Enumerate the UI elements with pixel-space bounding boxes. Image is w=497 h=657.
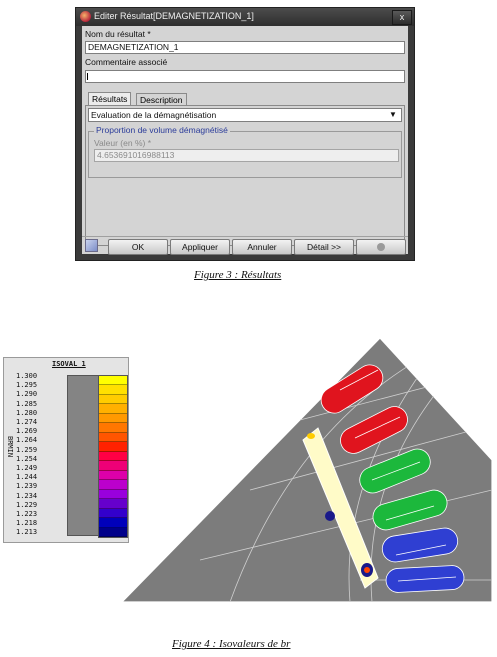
cancel-button[interactable]: Annuler [232,239,292,255]
hotspot [307,433,315,439]
group-title: Proportion de volume démagnétisé [94,125,230,135]
demag-type-value: Evaluation de la démagnétisation [91,110,217,120]
hotspot [364,567,370,573]
result-editor-dialog: Editer Résultat[DEMAGNETIZATION_1] x Nom… [75,7,415,261]
rotor-sector [120,337,493,603]
name-field[interactable]: DEMAGNETIZATION_1 [85,41,405,54]
help-icon[interactable] [85,239,98,252]
detail-button[interactable]: Détail >> [294,239,354,255]
ok-button[interactable]: OK [108,239,168,255]
demag-type-select[interactable]: Evaluation de la démagnétisation [88,108,402,122]
status-led-icon [377,243,385,251]
close-button[interactable]: x [392,10,412,25]
motor-isovalue-plot [120,337,493,603]
title-bar[interactable]: Editer Résultat[DEMAGNETIZATION_1] x [76,8,414,26]
comment-field[interactable] [85,70,405,83]
name-label: Nom du résultat * [85,29,151,39]
comment-label: Commentaire associé [85,57,168,67]
tab-resultats[interactable]: Résultats [88,92,132,105]
value-label: Valeur (en %) * [94,138,152,148]
text-cursor [87,73,88,80]
figure-3-caption: Figure 3 : Résultats [194,269,282,281]
app-icon [80,11,91,22]
value-field: 4.653691016988113 [94,149,399,162]
dialog-body: Nom du résultat * DEMAGNETIZATION_1 Comm… [82,26,408,255]
divider [82,236,408,237]
status-button[interactable] [356,239,406,255]
apply-button[interactable]: Appliquer [170,239,230,255]
figure-4-caption: Figure 4 : Isovaleurs de br [172,638,291,650]
chevron-down-icon[interactable]: ▼ [389,110,397,119]
window-title: Editer Résultat[DEMAGNETIZATION_1] [94,11,254,21]
hotspot [325,511,335,521]
